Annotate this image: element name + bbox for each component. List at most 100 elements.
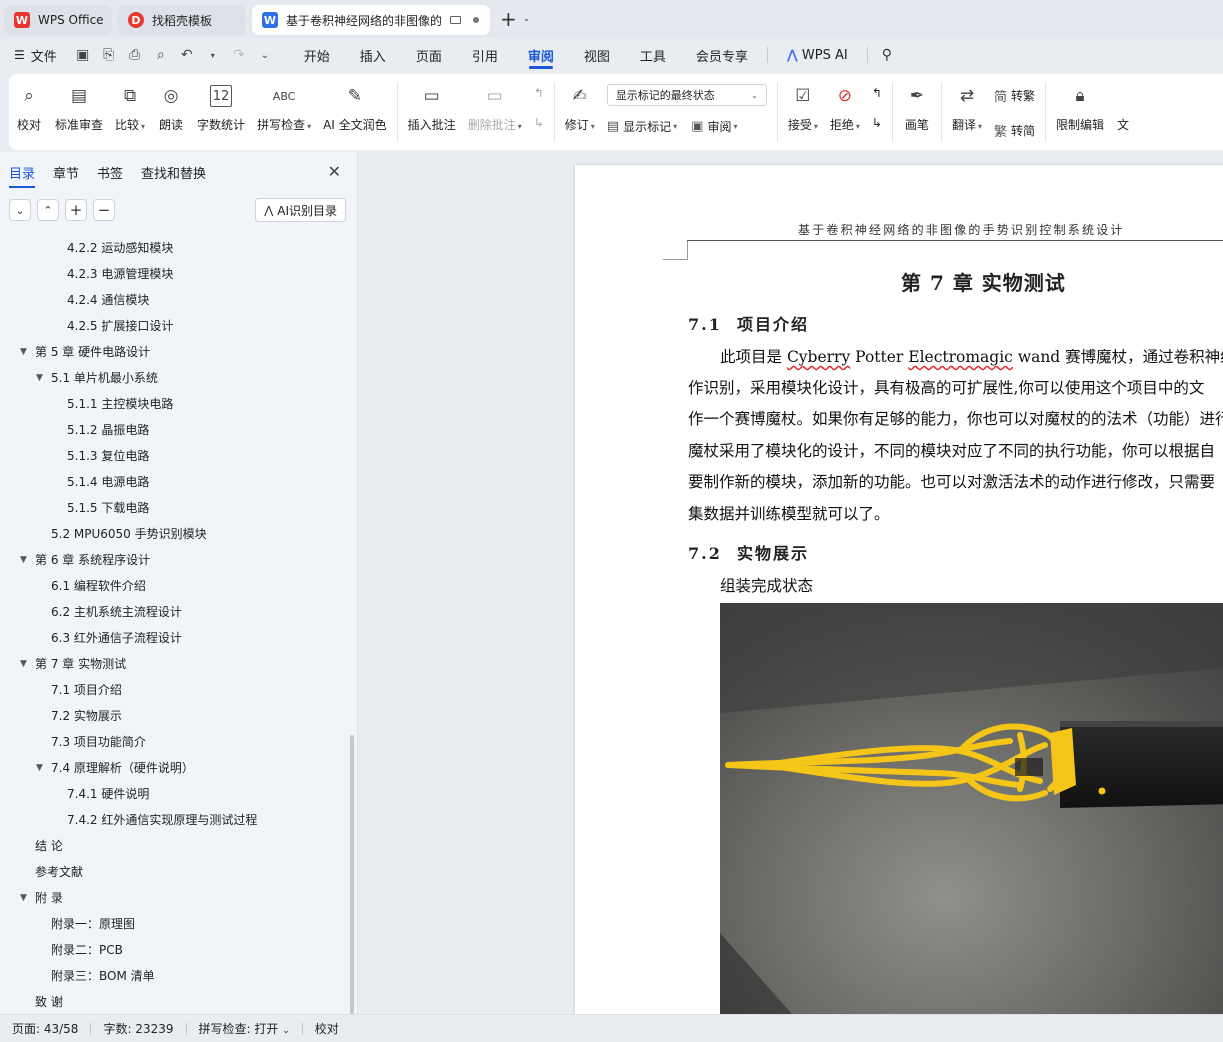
ai-toc-button[interactable]: ⋀ AI识别目录 [255,198,346,222]
proofread-button[interactable]: ⌕ 校对 [9,82,49,133]
collapse-up-icon[interactable]: ⌃ [37,199,59,221]
collapse-arrow-icon[interactable]: ▼ [36,758,43,778]
file-menu[interactable]: ☰ 文件 [14,46,57,65]
toc-item[interactable]: 4.2.4 通信模块 [67,290,149,310]
toc-item[interactable]: 7.3 项目功能简介 [51,732,146,752]
save-icon[interactable]: ▣ [75,47,91,63]
next-change-icon[interactable]: ↳ [872,116,882,130]
previous-comment-icon[interactable]: ↰ [534,86,544,100]
toc-item[interactable]: 参考文献 [35,862,83,882]
restrict-edit-button[interactable]: 🔒︎ 限制编辑 [1050,82,1110,133]
delete-comment-button[interactable]: ▭ 删除批注 ▾ [462,82,528,133]
toc-item[interactable]: 5.2 MPU6050 手势识别模块 [51,524,207,544]
export-icon[interactable]: ⎘ [101,47,117,63]
collapse-arrow-icon[interactable]: ▼ [36,368,43,388]
toc-item[interactable]: 附录二：PCB [51,940,123,960]
collapse-arrow-icon[interactable]: ▼ [20,550,27,570]
tab-page[interactable]: 页面 [401,38,457,72]
read-aloud-button[interactable]: ◎ 朗读 [151,82,191,133]
toc-item[interactable]: 7.4.2 红外通信实现原理与测试过程 [67,810,257,830]
add-heading-icon[interactable]: + [65,199,87,221]
toc-item[interactable]: 5.1.4 电源电路 [67,472,149,492]
unsaved-dot-icon[interactable] [473,17,480,23]
toc-item[interactable]: 7.4.1 硬件说明 [67,784,149,804]
to-traditional-button[interactable]: 简转繁 [994,86,1035,105]
tab-insert[interactable]: 插入 [345,38,401,72]
redo-icon[interactable]: ↷ [231,47,247,63]
next-comment-icon[interactable]: ↳ [534,116,544,130]
tab-wps-office[interactable]: W WPS Office [4,5,112,35]
show-markup-button[interactable]: ▤ 显示标记 ▾ [607,118,677,135]
expand-down-icon[interactable]: ⌄ [9,199,31,221]
tab-references[interactable]: 引用 [457,38,513,72]
toc-item[interactable]: 6.3 红外通信子流程设计 [51,628,182,648]
collapse-arrow-icon[interactable]: ▼ [20,342,27,362]
overflow-ribbon-item[interactable]: 文 [1110,82,1136,133]
chevron-down-icon[interactable]: ⌄ [523,14,531,24]
collapse-arrow-icon[interactable]: ▼ [20,654,27,674]
previous-change-icon[interactable]: ↰ [872,86,882,100]
tab-review[interactable]: 审阅 [513,38,569,72]
tab-member[interactable]: 会员专享 [681,38,763,72]
tab-home[interactable]: 开始 [289,38,345,72]
toc-item[interactable]: 4.2.2 运动感知模块 [67,240,173,258]
tab-wps-ai[interactable]: ⋀ WPS AI [772,38,863,72]
toc-item[interactable]: 7.2 实物展示 [51,706,122,726]
spell-check-button[interactable]: ABC 拼写检查 ▾ [251,82,317,133]
toc-item[interactable]: 附录三：BOM 清单 [51,966,155,986]
toc-item[interactable]: 6.2 主机系统主流程设计 [51,602,182,622]
remove-heading-icon[interactable]: − [93,199,115,221]
toc-item[interactable]: 第 7 章 实物测试 [35,654,126,674]
compare-button[interactable]: ⧉ 比较 ▾ [109,82,151,133]
undo-dropdown-icon[interactable]: ▾ [205,51,221,60]
pen-button[interactable]: ✒ 画笔 [897,82,937,133]
accept-button[interactable]: ☑ 接受 ▾ [782,82,824,133]
new-tab-plus-icon[interactable]: + [500,7,517,31]
toc-item[interactable]: 4.2.3 电源管理模块 [67,264,173,284]
proofread-status[interactable]: 校对 [315,1020,339,1037]
toc-item[interactable]: 第 5 章 硬件电路设计 [35,342,150,362]
print-icon[interactable]: ⎙ [127,47,143,63]
toc-item[interactable]: 第 6 章 系统程序设计 [35,550,150,570]
tab-tools[interactable]: 工具 [625,38,681,72]
product-photo[interactable] [720,603,1223,1014]
insert-comment-button[interactable]: ▭ 插入批注 [402,82,462,133]
print-preview-icon[interactable]: ⌕ [153,47,169,63]
tab-view[interactable]: 视图 [569,38,625,72]
track-changes-button[interactable]: ✍ 修订 ▾ [559,82,601,133]
toc-item[interactable]: 5.1.1 主控模块电路 [67,394,173,414]
word-count-button[interactable]: 12 字数统计 [191,82,251,133]
nav-tab-bookmarks[interactable]: 书签 [97,152,123,192]
word-count-indicator[interactable]: 字数: 23239 [103,1020,173,1037]
page-indicator[interactable]: 页面: 43/58 [12,1020,78,1037]
tab-document[interactable]: W 基于卷积神经网络的非图像的 [252,5,490,35]
toc-item[interactable]: 7.1 项目介绍 [51,680,122,700]
toc-item[interactable]: 6.1 编程软件介绍 [51,576,146,596]
toc-item[interactable]: 致 谢 [35,992,63,1012]
undo-icon[interactable]: ↶ [179,47,195,63]
toc-item[interactable]: 附 录 [35,888,63,908]
translate-button[interactable]: ⇄ 翻译 ▾ [946,82,988,133]
markup-mode-select[interactable]: 显示标记的最终状态 ⌄ [606,84,767,106]
toc-item[interactable]: 5.1.5 下载电路 [67,498,149,518]
toc-scrollbar-thumb[interactable] [350,735,354,1015]
nav-tab-toc[interactable]: 目录 [9,152,36,192]
collapse-arrow-icon[interactable]: ▼ [20,888,27,908]
nav-tab-sections[interactable]: 章节 [53,152,79,192]
toc-item[interactable]: 5.1.3 复位电路 [67,446,149,466]
standard-review-button[interactable]: ▤ 标准审查 [49,82,109,133]
toc-item[interactable]: 附录一：原理图 [51,914,135,934]
review-pane-button[interactable]: ▣ 审阅 ▾ [691,118,737,135]
toc-item[interactable]: 5.1.2 晶振电路 [67,420,149,440]
more-chevron-icon[interactable]: ⌄ [257,50,273,61]
close-icon[interactable]: ✕ [328,162,341,181]
ai-polish-button[interactable]: ✎ AI 全文润色 [317,82,393,133]
toc-item[interactable]: 结 论 [35,836,63,856]
to-simplified-button[interactable]: 繁转简 [994,121,1035,140]
reject-button[interactable]: ⊘ 拒绝 ▾ [824,82,866,133]
tab-docer[interactable]: D 找稻壳模板 [118,5,246,35]
toc-item[interactable]: 7.4 原理解析（硬件说明） [51,758,194,778]
search-icon[interactable]: ⚲ [872,47,902,63]
nav-tab-find-replace[interactable]: 查找和替换 [141,152,206,192]
spell-check-status[interactable]: 拼写检查: 打开 ⌄ [199,1020,290,1037]
